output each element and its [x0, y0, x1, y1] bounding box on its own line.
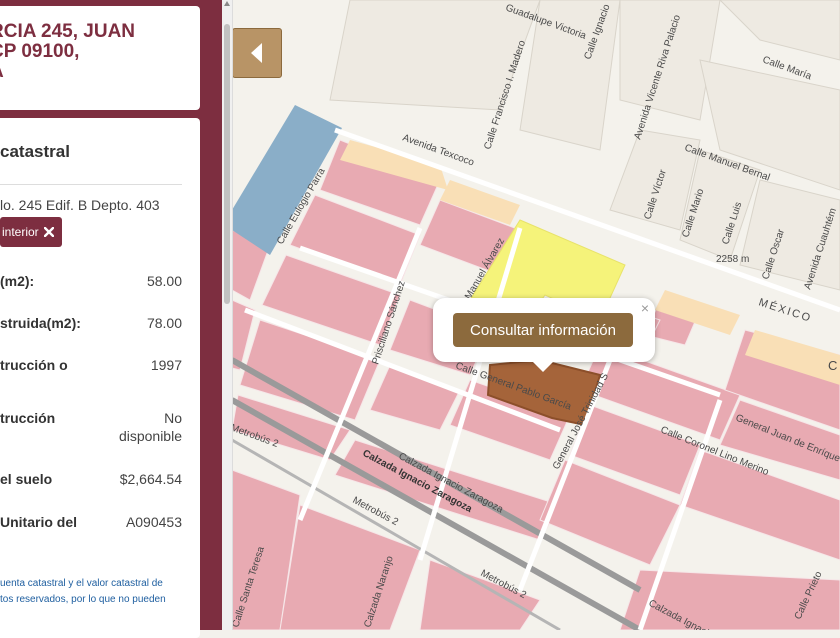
- row-label-1: (m2):: [0, 273, 35, 289]
- row-label-3: trucción o: [0, 357, 68, 373]
- row-value-3: 1997: [150, 357, 182, 373]
- popup-close-icon[interactable]: ×: [641, 300, 649, 316]
- row-label-6: Unitario del: [0, 514, 78, 530]
- label-distrito: C: [828, 358, 837, 373]
- scroll-up-arrow-icon[interactable]: [224, 1, 230, 6]
- cadastral-detail-card: catastral lo. 245 Edif. B Depto. 403 int…: [0, 118, 200, 638]
- detail-title: catastral: [0, 142, 70, 161]
- row-value-2: 78.00: [146, 315, 182, 331]
- collapse-panel-button[interactable]: [232, 28, 282, 78]
- row-value-1: 58.00: [146, 273, 182, 289]
- side-panel: RCIA 245, JUAN CP 09100, A catastral lo.…: [0, 0, 222, 638]
- detail-address: lo. 245 Edif. B Depto. 403: [0, 197, 160, 213]
- divider: [0, 184, 182, 185]
- row-value-4: No disponible: [118, 410, 182, 444]
- consult-info-button[interactable]: Consultar información: [453, 313, 633, 347]
- label-distance: 2258 m: [716, 254, 749, 265]
- x-icon[interactable]: [43, 226, 55, 238]
- disclaimer-text: uenta catastral y el valor catastral de …: [0, 578, 166, 605]
- address-title: RCIA 245, JUAN CP 09100, A: [0, 21, 136, 82]
- map-popup: × Consultar información: [433, 298, 655, 372]
- scrollbar-thumb[interactable]: [224, 24, 230, 304]
- row-label-5: el suelo: [0, 471, 53, 487]
- row-value-6: A090453: [125, 514, 182, 530]
- row-value-5: $2,664.54: [119, 471, 182, 487]
- chevron-left-icon: [251, 43, 262, 63]
- row-label-4: trucción: [0, 410, 56, 426]
- interior-filter-badge[interactable]: interior: [0, 217, 62, 247]
- row-label-2: struida(m2):: [0, 315, 81, 331]
- interior-label: interior: [2, 225, 39, 239]
- panel-scrollbar[interactable]: [222, 0, 233, 630]
- address-card: RCIA 245, JUAN CP 09100, A: [0, 6, 200, 110]
